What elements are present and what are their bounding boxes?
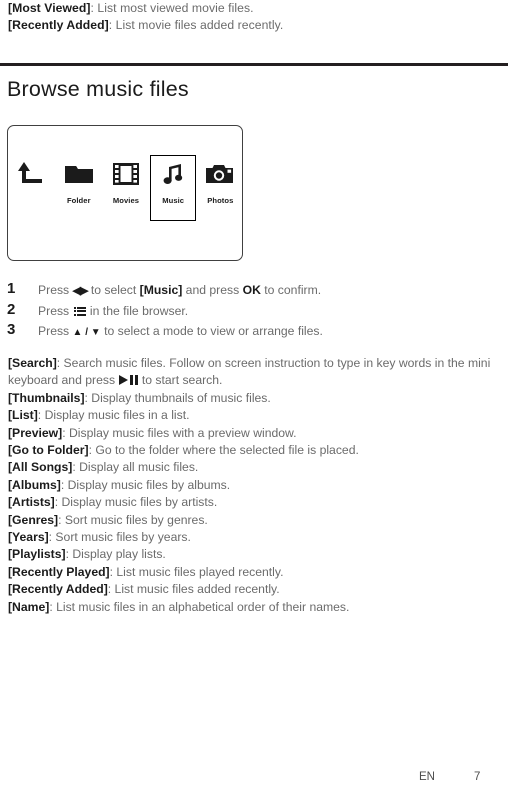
device-item-music[interactable]: Music [150, 155, 197, 221]
page-title: Browse music files [7, 77, 189, 101]
carryover-line: [Most Viewed]: List most viewed movie fi… [8, 0, 502, 17]
music-note-icon [153, 157, 193, 191]
mode-text: : Sort music files by years. [48, 530, 191, 545]
carryover-label: [Recently Added] [8, 18, 109, 33]
device-screen-panel: Folder Movies Music Photos [7, 125, 243, 261]
list-item: [Recently Played]: List music files play… [8, 564, 500, 581]
step-number: 2 [7, 300, 16, 318]
mode-label: [All Songs] [8, 460, 73, 475]
list-item: [Recently Added]: List music files added… [8, 581, 500, 598]
step-text-pre: Press [38, 303, 73, 318]
list-item: [Artists]: Display music files by artist… [8, 494, 500, 511]
list-item: [Search]: Search music files. Follow on … [8, 355, 500, 390]
manual-page: [Most Viewed]: List most viewed movie fi… [0, 0, 508, 789]
step-item: 1 Press ◀▶ to select [Music] and press O… [0, 280, 508, 303]
page-footer: EN 7 [0, 771, 508, 789]
mode-label: [Years] [8, 530, 49, 545]
mode-text: : List music files played recently. [109, 564, 284, 579]
mode-label: [Name] [8, 599, 50, 614]
carryover-line: [Recently Added]: List movie files added… [8, 17, 502, 34]
list-item: [Name]: List music files in an alphabeti… [8, 599, 500, 616]
section-divider [0, 63, 508, 66]
mode-label: [Genres] [8, 512, 59, 527]
mode-label: [Go to Folder] [8, 443, 89, 458]
list-item: [All Songs]: Display all music files. [8, 459, 500, 476]
step-text-pre: Press [38, 283, 73, 297]
mode-text-2: to start search. [138, 373, 223, 388]
mode-text: : List music files added recently. [107, 582, 280, 597]
mode-label: [Albums] [8, 477, 61, 492]
list-item: [Preview]: Display music files with a pr… [8, 425, 500, 442]
mode-label: [Thumbnails] [8, 390, 85, 405]
footer-page-number: 7 [474, 771, 481, 783]
list-item: [Thumbnails]: Display thumbnails of musi… [8, 390, 500, 407]
up-down-arrows-icon: ▲ / ▼ [72, 327, 101, 338]
step-text-post: to select a mode to view or arrange file… [100, 324, 323, 338]
mode-text: : Display music files by artists. [54, 495, 218, 510]
list-menu-icon [73, 306, 87, 316]
device-item-movies[interactable]: Movies [103, 155, 149, 221]
footer-language: EN [419, 771, 435, 783]
device-item-photos[interactable]: Photos [197, 155, 243, 221]
mode-text: : Sort music files by genres. [58, 512, 208, 527]
step-text: Press ◀▶ to select [Music] and press OK … [38, 283, 321, 297]
folder-icon [59, 157, 99, 191]
list-item: [Genres]: Sort music files by genres. [8, 512, 500, 529]
mode-text: : Go to the folder where the selected fi… [88, 443, 359, 458]
mode-label: [Recently Added] [8, 582, 108, 597]
mode-label: [Playlists] [8, 547, 66, 562]
mode-text: : Display play lists. [65, 547, 166, 562]
back-arrow-icon [12, 157, 52, 191]
step-text-pre: Press [38, 324, 73, 338]
steps-list: 1 Press ◀▶ to select [Music] and press O… [0, 280, 508, 344]
camera-icon [200, 157, 240, 191]
device-item-label: Photos [207, 196, 234, 205]
mode-text: : Display all music files. [72, 460, 199, 475]
step-text-strong: [Music] [139, 283, 183, 297]
mode-text: : Display music files in a list. [37, 408, 190, 423]
step-text-post: in the file browser. [86, 303, 189, 318]
list-item: [Albums]: Display music files by albums. [8, 477, 500, 494]
step-item: 3 Press ▲ / ▼ to select a mode to view o… [0, 321, 508, 344]
step-number: 1 [7, 280, 16, 297]
mode-label: [Search] [8, 356, 57, 370]
list-item: [Go to Folder]: Go to the folder where t… [8, 442, 500, 459]
step-text: Press ▲ / ▼ to select a mode to view or … [38, 324, 323, 338]
mode-description-list: [Search]: Search music files. Follow on … [8, 355, 500, 616]
step-text-post: to confirm. [260, 283, 322, 297]
mode-text: : Display music files by albums. [60, 477, 231, 492]
list-item: [List]: Display music files in a list. [8, 407, 500, 424]
carryover-paragraph: [Most Viewed]: List most viewed movie fi… [8, 0, 502, 35]
device-item-back[interactable] [9, 155, 55, 221]
device-item-label: Folder [66, 196, 91, 205]
mode-text: : Search music files. Follow on screen i… [8, 356, 491, 388]
carryover-text: : List movie files added recently. [108, 18, 284, 33]
play-pause-icon [119, 375, 138, 386]
mode-label: [Recently Played] [8, 564, 110, 579]
step-number: 3 [7, 321, 16, 338]
carryover-label: [Most Viewed] [8, 1, 91, 15]
step-text-mid: to select [87, 283, 140, 297]
step-item: 2 Press in the file browser. [0, 300, 508, 324]
mode-label: [Preview] [8, 425, 63, 440]
device-icon-row: Folder Movies Music Photos [8, 155, 244, 231]
list-item: [Playlists]: Display play lists. [8, 546, 500, 563]
mode-text: : Display music files with a preview win… [62, 425, 297, 440]
list-item: [Years]: Sort music files by years. [8, 529, 500, 546]
mode-label: [List] [8, 408, 38, 423]
device-item-label: Music [162, 196, 185, 205]
step-text-strong: OK [242, 283, 261, 297]
device-item-label: Movies [112, 196, 140, 205]
film-strip-icon [106, 157, 146, 191]
step-text: Press in the file browser. [38, 304, 188, 318]
left-right-arrows-icon: ◀▶ [72, 285, 89, 297]
carryover-text: : List most viewed movie files. [90, 1, 254, 15]
mode-text: : List music files in an alphabetical or… [49, 599, 350, 614]
step-text-mid2: and press [182, 283, 243, 297]
mode-label: [Artists] [8, 495, 55, 510]
mode-text: : Display thumbnails of music files. [84, 390, 271, 405]
device-item-folder[interactable]: Folder [56, 155, 102, 221]
